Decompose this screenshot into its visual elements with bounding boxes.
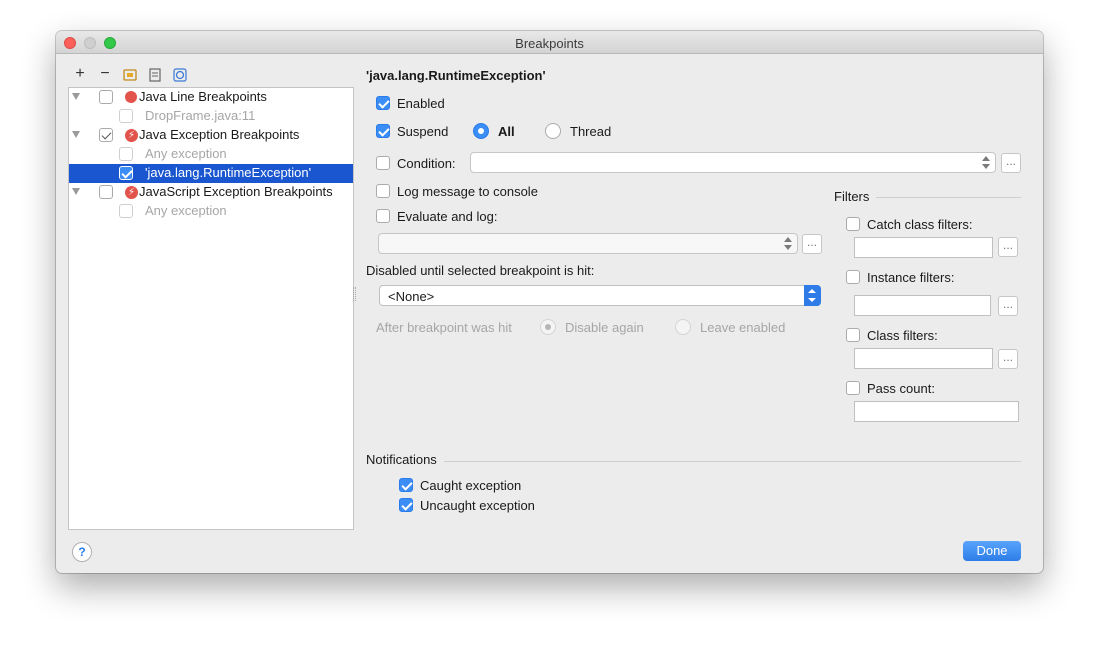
tree-group-label: JavaScript Exception Breakpoints — [139, 184, 333, 199]
caught-exception-label: Caught exception — [420, 478, 522, 493]
uncaught-exception-label: Uncaught exception — [420, 498, 535, 513]
pass-count-checkbox[interactable] — [846, 381, 860, 395]
tree-item[interactable]: DropFrame.java:11 — [69, 107, 353, 126]
breakpoints-tree: Java Line Breakpoints DropFrame.java:11 … — [68, 87, 354, 530]
tree-group-label: Java Line Breakpoints — [139, 89, 267, 104]
item-checkbox[interactable] — [119, 109, 133, 123]
instance-edit-button[interactable]: ... — [998, 296, 1018, 316]
help-button[interactable]: ? — [72, 542, 92, 562]
pass-count-label: Pass count: — [867, 381, 935, 396]
instance-input[interactable] — [854, 295, 991, 316]
evaluate-expand-button[interactable]: ... — [802, 234, 822, 254]
suspend-checkbox[interactable] — [376, 124, 390, 138]
class-filters-edit-button[interactable]: ... — [998, 349, 1018, 369]
catch-class-checkbox[interactable] — [846, 217, 860, 231]
catch-class-label: Catch class filters: — [867, 217, 973, 232]
group-by-package-icon[interactable] — [122, 67, 138, 83]
item-checkbox[interactable] — [119, 147, 133, 161]
group-by-class-icon[interactable] — [172, 67, 188, 83]
filters-title: Filters — [834, 189, 870, 204]
condition-label: Condition: — [397, 156, 456, 171]
caught-exception-checkbox[interactable] — [399, 478, 413, 492]
class-filters-checkbox[interactable] — [846, 328, 860, 342]
catch-class-input[interactable] — [854, 237, 993, 258]
remove-breakpoint-button[interactable]: − — [97, 66, 113, 83]
suspend-thread-radio[interactable] — [545, 123, 561, 139]
breakpoint-title: 'java.lang.RuntimeException' — [366, 68, 546, 83]
tree-group-java-line[interactable]: Java Line Breakpoints — [69, 88, 353, 107]
window-title: Breakpoints — [515, 36, 584, 51]
suspend-all-label: All — [498, 124, 515, 139]
condition-input[interactable] — [470, 152, 996, 173]
group-checkbox[interactable] — [99, 90, 113, 104]
notifications-title: Notifications — [366, 452, 437, 467]
disabled-until-select[interactable]: <None> — [379, 285, 821, 306]
leave-enabled-label: Leave enabled — [700, 320, 786, 335]
leave-enabled-radio[interactable] — [675, 319, 691, 335]
group-checkbox[interactable] — [99, 128, 113, 142]
item-checkbox[interactable] — [119, 166, 133, 180]
disabled-until-label: Disabled until selected breakpoint is hi… — [366, 263, 595, 278]
item-checkbox[interactable] — [119, 204, 133, 218]
class-filters-label: Class filters: — [867, 328, 938, 343]
enabled-checkbox[interactable] — [376, 96, 390, 110]
chevron-updown-icon — [982, 156, 990, 169]
condition-checkbox[interactable] — [376, 156, 390, 170]
suspend-all-radio[interactable] — [473, 123, 489, 139]
after-hit-label: After breakpoint was hit — [376, 320, 512, 335]
pass-count-input[interactable] — [854, 401, 1019, 422]
select-arrow-icon — [804, 285, 821, 306]
condition-expand-button[interactable]: ... — [1001, 153, 1021, 173]
tree-group-label: Java Exception Breakpoints — [139, 127, 300, 142]
enabled-label: Enabled — [397, 96, 445, 111]
tree-item-label: Any exception — [145, 146, 227, 161]
instance-checkbox[interactable] — [846, 270, 860, 284]
breakpoints-window: Breakpoints + − Java Line Breakpoints Dr… — [56, 31, 1043, 573]
disable-again-label: Disable again — [565, 320, 644, 335]
suspend-label: Suspend — [397, 124, 449, 139]
tree-group-javascript-exception[interactable]: ⚡ JavaScript Exception Breakpoints — [69, 183, 353, 202]
suspend-thread-label: Thread — [570, 124, 612, 139]
log-message-label: Log message to console — [397, 184, 538, 199]
uncaught-exception-checkbox[interactable] — [399, 498, 413, 512]
evaluate-checkbox[interactable] — [376, 209, 390, 223]
tree-item-label: 'java.lang.RuntimeException' — [145, 165, 312, 180]
tree-item-label: DropFrame.java:11 — [145, 108, 256, 123]
select-value: <None> — [388, 289, 435, 304]
done-button[interactable]: Done — [963, 541, 1021, 561]
tree-item-selected[interactable]: 'java.lang.RuntimeException' — [69, 164, 353, 183]
group-by-file-icon[interactable] — [147, 67, 163, 83]
log-message-checkbox[interactable] — [376, 184, 390, 198]
tree-item[interactable]: Any exception — [69, 145, 353, 164]
notifications-divider — [444, 461, 1021, 462]
disable-again-radio[interactable] — [540, 319, 556, 335]
instance-label: Instance filters: — [867, 270, 955, 285]
line-breakpoint-icon — [125, 91, 137, 103]
tree-item[interactable]: Any exception — [69, 202, 353, 221]
add-breakpoint-button[interactable]: + — [72, 66, 88, 83]
title-bar: Breakpoints — [56, 31, 1043, 54]
group-checkbox[interactable] — [99, 185, 113, 199]
class-filters-input[interactable] — [854, 348, 993, 369]
catch-class-edit-button[interactable]: ... — [998, 237, 1018, 257]
evaluate-label: Evaluate and log: — [397, 209, 498, 224]
expand-arrow-icon[interactable] — [72, 188, 80, 195]
expand-arrow-icon[interactable] — [72, 93, 80, 100]
exception-breakpoint-icon: ⚡ — [125, 186, 138, 199]
tree-item-label: Any exception — [145, 203, 227, 218]
chevron-updown-icon — [784, 237, 792, 250]
filters-divider — [876, 197, 1021, 198]
splitter-handle[interactable] — [353, 287, 356, 301]
expand-arrow-icon[interactable] — [72, 131, 80, 138]
evaluate-input[interactable] — [378, 233, 798, 254]
exception-breakpoint-icon: ⚡ — [125, 129, 138, 142]
tree-group-java-exception[interactable]: ⚡ Java Exception Breakpoints — [69, 126, 353, 145]
